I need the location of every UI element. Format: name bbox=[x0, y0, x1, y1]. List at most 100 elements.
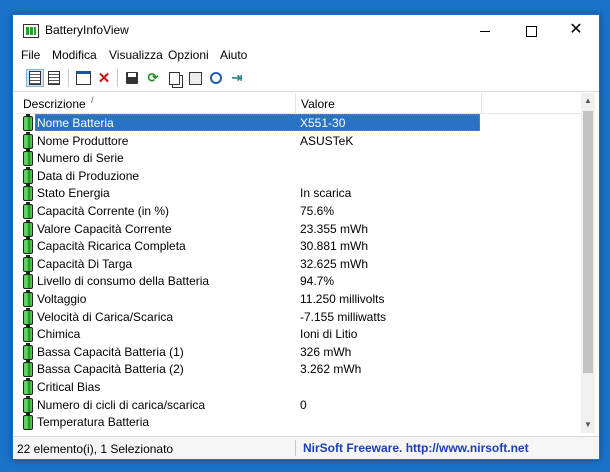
battery-icon bbox=[23, 325, 33, 343]
row-description: Critical Bias bbox=[37, 379, 101, 394]
sort-indicator-icon: / bbox=[91, 95, 94, 105]
battery-info-view-button[interactable] bbox=[26, 69, 44, 87]
list-row[interactable]: Chimica Ioni di Litio bbox=[17, 325, 581, 343]
battery-icon bbox=[23, 149, 33, 167]
exit-button[interactable]: ⇥ bbox=[228, 69, 246, 87]
status-bar: 22 elemento(i), 1 Selezionato NirSoft Fr… bbox=[13, 436, 599, 459]
refresh-icon: ⟳ bbox=[147, 70, 159, 85]
battery-icon bbox=[23, 184, 33, 202]
list-row[interactable]: Numero di cicli di carica/scarica 0 bbox=[17, 395, 581, 414]
row-value: 75.6% bbox=[300, 203, 335, 218]
delete-icon: ✕ bbox=[97, 70, 111, 87]
menu-file[interactable]: File bbox=[21, 48, 40, 62]
row-value: 3.262 mWh bbox=[300, 362, 362, 377]
row-description: Numero di cicli di carica/scarica bbox=[37, 397, 206, 412]
row-value: 94.7% bbox=[300, 274, 335, 289]
list-row[interactable]: Temperatura Batteria bbox=[17, 413, 581, 431]
list-row[interactable]: Stato Energia In scarica bbox=[17, 184, 581, 202]
find-button[interactable] bbox=[207, 69, 225, 87]
battery-info-view-icon bbox=[29, 71, 41, 85]
toolbar-separator bbox=[68, 69, 69, 87]
column-divider[interactable] bbox=[481, 93, 482, 113]
battery-icon bbox=[23, 237, 33, 255]
row-description: Nome Batteria bbox=[37, 116, 114, 130]
battery-icon bbox=[23, 307, 33, 325]
row-description: Stato Energia bbox=[37, 186, 110, 201]
list-row[interactable]: Data di Produzione bbox=[17, 166, 581, 185]
list-row[interactable]: Capacità Ricarica Completa 30.881 mWh bbox=[17, 237, 581, 255]
window-button[interactable] bbox=[74, 69, 92, 87]
row-description: Capacità Di Targa bbox=[37, 256, 133, 271]
row-value: 11.250 millivolts bbox=[300, 291, 385, 306]
window-icon bbox=[75, 71, 91, 85]
list-row[interactable]: Capacità Corrente (in %) 75.6% bbox=[17, 201, 581, 220]
row-description: Bassa Capacità Batteria (2) bbox=[37, 362, 184, 377]
row-value: In scarica bbox=[300, 186, 352, 201]
delete-button[interactable]: ✕ bbox=[95, 69, 113, 87]
row-value: X551-30 bbox=[300, 116, 346, 130]
list-row[interactable]: Velocità di Carica/Scarica -7.155 milliwa… bbox=[17, 307, 581, 326]
status-divider bbox=[295, 440, 296, 456]
list-row[interactable]: Numero di Serie bbox=[17, 149, 581, 167]
battery-icon bbox=[23, 413, 33, 431]
refresh-button[interactable]: ⟳ bbox=[144, 69, 162, 87]
window-title: BatteryInfoView bbox=[45, 23, 129, 37]
minimize-button[interactable] bbox=[462, 15, 508, 45]
battery-icon bbox=[23, 377, 33, 395]
menu-aiuto[interactable]: Aiuto bbox=[220, 48, 247, 62]
battery-list-view[interactable]: Descrizione / Valore Nome Batteria X551-3… bbox=[17, 93, 595, 433]
find-icon bbox=[210, 72, 222, 84]
battery-log-view-button[interactable] bbox=[45, 69, 63, 87]
vertical-scrollbar[interactable]: ▲ ▼ bbox=[581, 93, 595, 433]
list-row[interactable]: Valore Capacità Corrente 23.355 mWh bbox=[17, 219, 581, 238]
battery-icon bbox=[23, 342, 33, 360]
list-row[interactable]: Livello di consumo della Batteria 94.7% bbox=[17, 272, 581, 290]
exit-icon: ⇥ bbox=[231, 70, 243, 85]
row-description: Velocità di Carica/Scarica bbox=[37, 309, 174, 324]
app-icon bbox=[23, 24, 39, 38]
row-value: Ioni di Litio bbox=[300, 327, 358, 342]
battery-icon bbox=[23, 360, 33, 378]
list-row[interactable]: Capacità Di Targa 32.625 mWh bbox=[17, 254, 581, 273]
list-rows: Nome Batteria X551-30 Nome Produttore ASUST… bbox=[17, 114, 581, 431]
battery-icon bbox=[23, 289, 33, 307]
copy-icon bbox=[168, 71, 180, 85]
scroll-down-icon[interactable]: ▼ bbox=[581, 417, 595, 433]
save-icon bbox=[126, 72, 138, 84]
menu-opzioni[interactable]: Opzioni bbox=[168, 48, 209, 62]
row-description: Livello di consumo della Batteria bbox=[37, 274, 210, 289]
list-row[interactable]: Nome Batteria X551-30 bbox=[17, 114, 581, 132]
column-header-descrizione[interactable]: Descrizione bbox=[23, 97, 86, 111]
save-button[interactable] bbox=[123, 69, 141, 87]
list-row[interactable]: Bassa Capacità Batteria (2) 3.262 mWh bbox=[17, 360, 581, 378]
menu-modifica[interactable]: Modifica bbox=[52, 48, 97, 62]
list-row[interactable]: Bassa Capacità Batteria (1) 326 mWh bbox=[17, 342, 581, 361]
column-divider[interactable] bbox=[295, 93, 296, 113]
menu-bar: File Modifica Visualizza Opzioni Aiuto bbox=[13, 45, 599, 65]
battery-icon bbox=[23, 395, 33, 413]
copy-button[interactable] bbox=[165, 69, 183, 87]
scrollbar-thumb[interactable] bbox=[583, 111, 593, 373]
status-item-count: 22 elemento(i), 1 Selezionato bbox=[17, 442, 174, 456]
list-row[interactable]: Critical Bias bbox=[17, 377, 581, 396]
row-value: 0 bbox=[300, 397, 307, 412]
row-value: 23.355 mWh bbox=[300, 221, 369, 236]
battery-icon bbox=[23, 131, 33, 149]
nirsoft-link[interactable]: NirSoft Freeware. http://www.nirsoft.net bbox=[303, 441, 529, 455]
toolbar: ✕ ⟳ ⇥ bbox=[13, 65, 599, 92]
properties-button[interactable] bbox=[186, 69, 204, 87]
scroll-up-icon[interactable]: ▲ bbox=[581, 93, 595, 109]
list-row[interactable]: Voltaggio 11.250 millivolts bbox=[17, 289, 581, 308]
battery-icon bbox=[23, 166, 33, 184]
battery-icon bbox=[23, 114, 33, 131]
toolbar-separator bbox=[117, 69, 118, 87]
title-bar[interactable]: BatteryInfoView ✕ bbox=[13, 15, 599, 45]
menu-visualizza[interactable]: Visualizza bbox=[109, 48, 163, 62]
row-description: Capacità Ricarica Completa bbox=[37, 239, 186, 254]
list-row[interactable]: Nome Produttore ASUSTeK bbox=[17, 131, 581, 150]
column-header-valore[interactable]: Valore bbox=[301, 97, 335, 111]
close-button[interactable]: ✕ bbox=[553, 15, 599, 45]
row-description: Chimica bbox=[37, 327, 81, 342]
row-value: 30.881 mWh bbox=[300, 239, 369, 254]
maximize-button[interactable] bbox=[508, 15, 554, 45]
